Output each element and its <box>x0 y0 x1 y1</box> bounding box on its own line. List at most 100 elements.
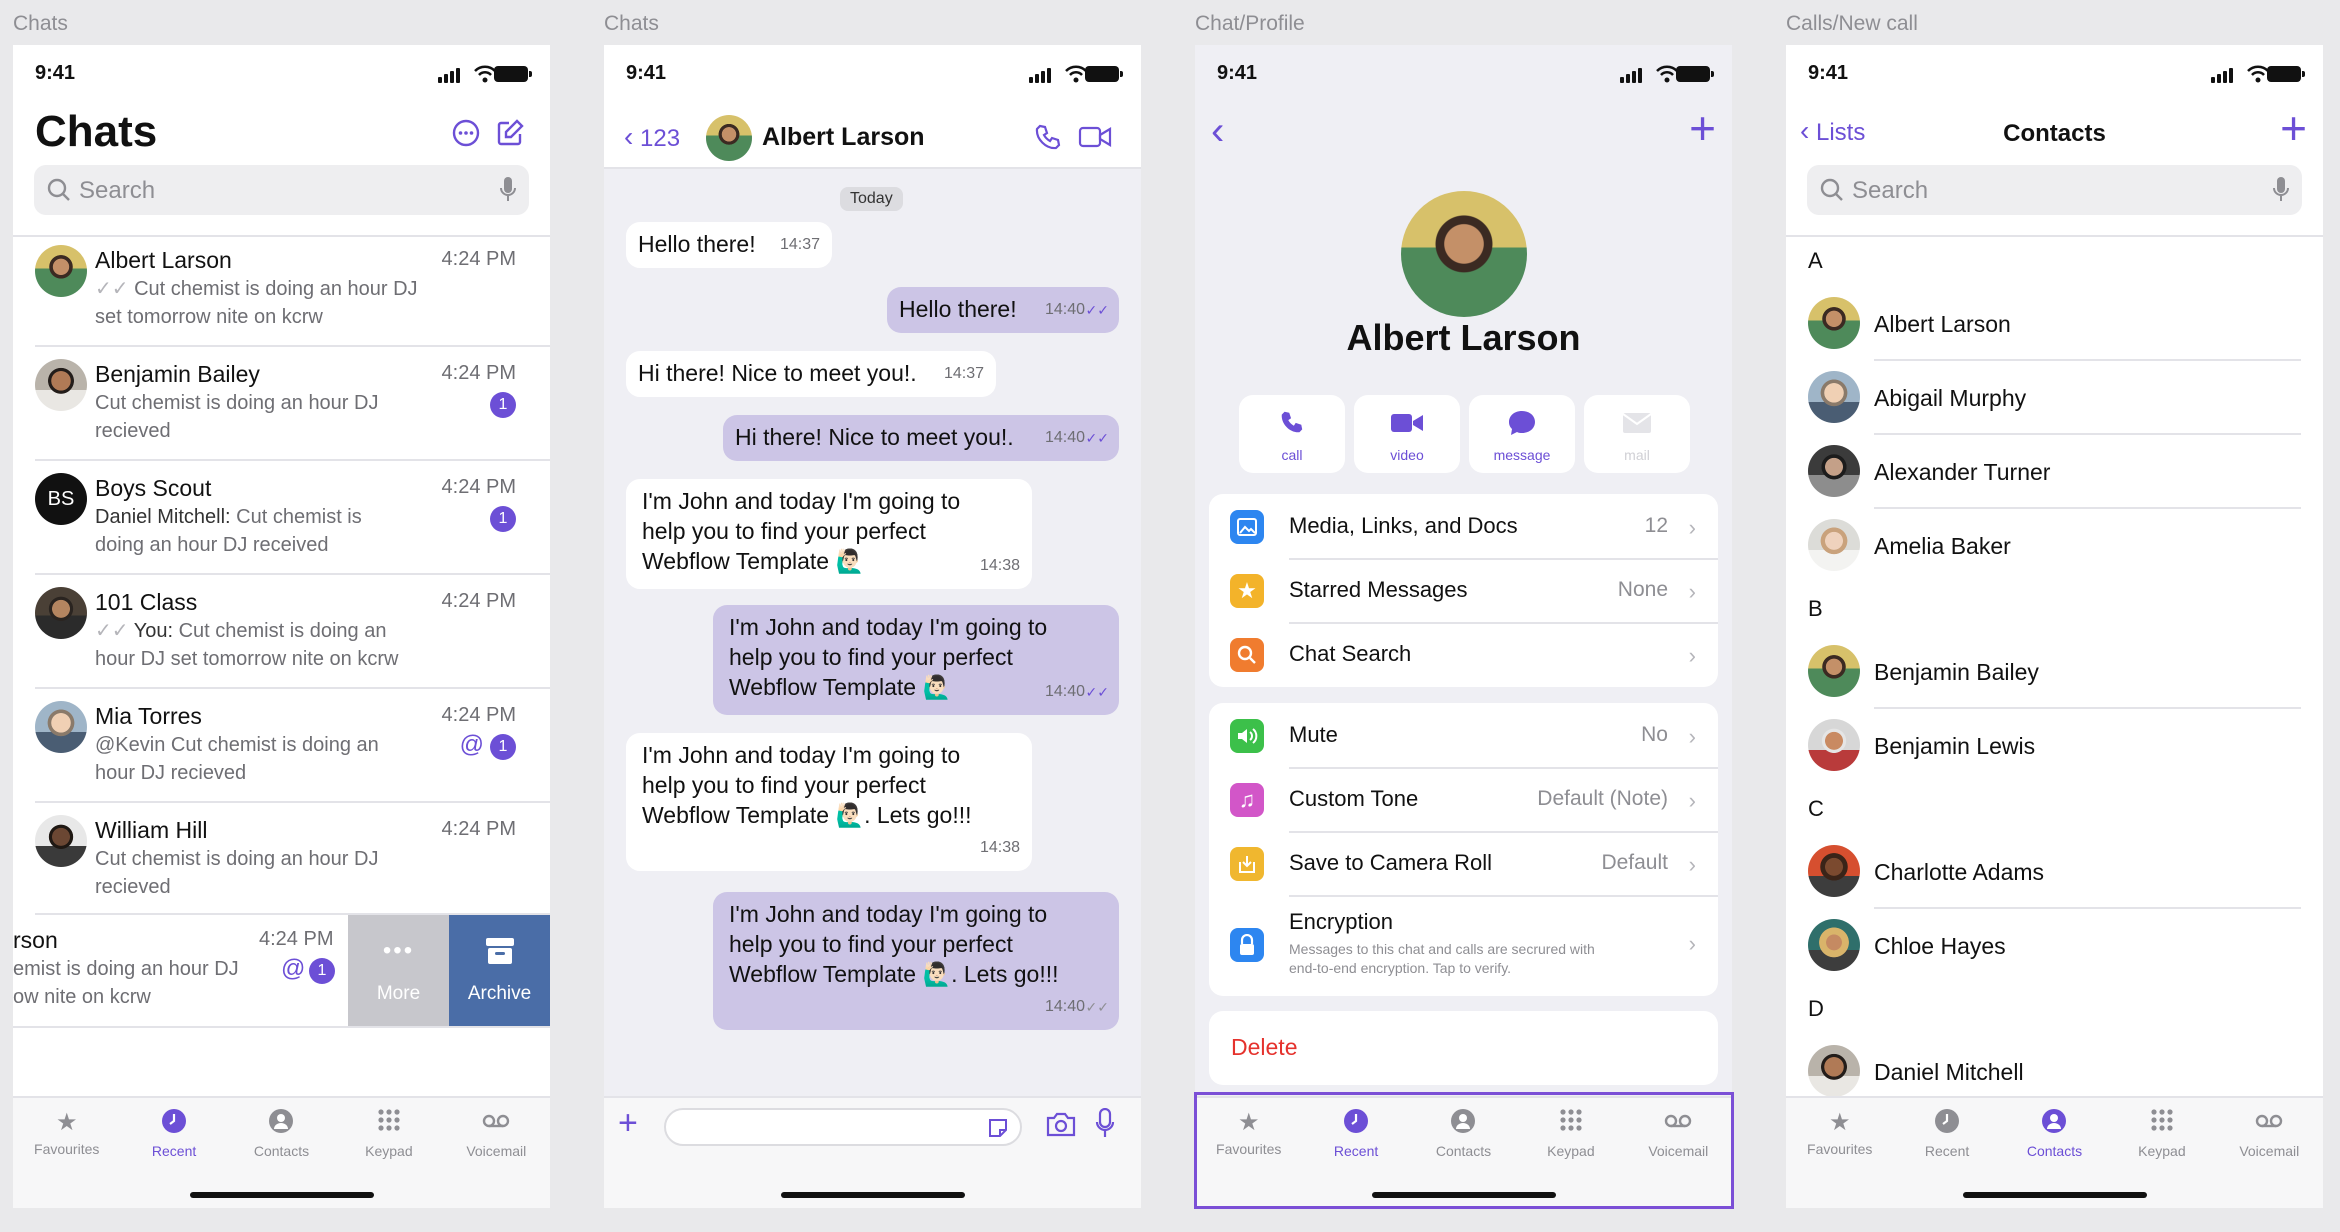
message-outgoing[interactable]: I'm John and today I'm going to help you … <box>713 892 1119 1030</box>
mic-icon[interactable] <box>2272 176 2290 204</box>
tab-recent[interactable]: Recent <box>1893 1108 2000 1159</box>
divider <box>13 1026 550 1028</box>
message-button[interactable]: message <box>1469 395 1575 473</box>
tab-keypad[interactable]: Keypad <box>2108 1108 2215 1159</box>
tab-voicemail[interactable]: Voicemail <box>2216 1108 2323 1159</box>
archive-button[interactable]: Archive <box>449 915 550 1026</box>
chevron-right-icon: › <box>1688 724 1696 749</box>
message-time: 14:38 <box>979 839 1020 856</box>
camera-icon[interactable] <box>1046 1111 1076 1137</box>
avatar <box>1808 845 1860 897</box>
double-check-icon: ✓✓ <box>95 278 135 300</box>
music-note-icon: ♫ <box>1230 783 1264 817</box>
tab-favourites[interactable]: ★ Favourites <box>13 1108 120 1157</box>
voicemail-icon <box>483 1114 510 1128</box>
message-line: help you to find your perfect <box>729 644 1013 670</box>
add-contact-icon[interactable]: + <box>2280 105 2307 151</box>
mic-icon[interactable] <box>1095 1108 1115 1140</box>
tab-keypad[interactable]: Keypad <box>335 1108 442 1159</box>
wifi-icon <box>2247 65 2269 83</box>
mic-icon[interactable] <box>499 176 517 204</box>
message-time: 14:40 <box>1044 998 1085 1015</box>
more-options-icon[interactable] <box>451 118 481 148</box>
chat-name: William Hill <box>95 817 208 843</box>
row-mute[interactable]: Mute No › <box>1209 703 1718 767</box>
contact-name[interactable]: Albert Larson <box>762 123 925 152</box>
message-time: 14:40 <box>1044 683 1085 700</box>
add-attachment-icon[interactable]: + <box>618 1104 638 1143</box>
section-header-c: C <box>1808 796 1824 821</box>
row-label: Starred Messages <box>1289 577 1468 602</box>
avatar <box>706 115 752 161</box>
tab-favourites[interactable]: ★ Favourites <box>1786 1108 1893 1157</box>
message-line: help you to find your perfect <box>642 772 926 798</box>
status-bar: 9:41 <box>1195 45 1732 103</box>
video-icon[interactable] <box>1078 125 1112 149</box>
divider <box>1874 433 2301 435</box>
compose-icon[interactable] <box>495 118 525 148</box>
phone-icon[interactable] <box>1034 123 1062 151</box>
tab-recent[interactable]: Recent <box>120 1108 227 1159</box>
add-icon[interactable]: + <box>1689 105 1716 151</box>
divider <box>1874 907 2301 909</box>
archive-label: Archive <box>467 983 532 1004</box>
row-chat-search[interactable]: Chat Search › <box>1209 622 1718 686</box>
lock-icon <box>1230 928 1264 962</box>
search-placeholder: Search <box>79 177 156 204</box>
message-incoming[interactable]: I'm John and today I'm going to help you … <box>626 733 1032 871</box>
divider <box>35 345 550 347</box>
message-outgoing[interactable]: Hello there! 14:40 ✓✓ <box>887 287 1119 333</box>
message-outgoing[interactable]: Hi there! Nice to meet you!. 14:40 ✓✓ <box>723 415 1119 461</box>
read-check-icon: ✓✓ <box>1085 684 1109 700</box>
star-icon: ★ <box>1828 1109 1851 1136</box>
tab-voicemail[interactable]: Voicemail <box>443 1108 550 1159</box>
divider <box>1874 707 2301 709</box>
back-button[interactable]: ‹ 123 <box>624 121 680 153</box>
more-label: More <box>376 983 421 1004</box>
row-custom-tone[interactable]: ♫ Custom Tone Default (Note) › <box>1209 767 1718 831</box>
more-button[interactable]: ••• More <box>348 915 449 1026</box>
delivered-check-icon: ✓✓ <box>1085 999 1109 1015</box>
message-incoming[interactable]: Hello there! 14:37 <box>626 222 832 268</box>
composer-bar: + <box>604 1096 1141 1208</box>
sticker-icon[interactable] <box>986 1116 1010 1140</box>
search-bar[interactable]: Search <box>34 165 529 215</box>
row-label: Media, Links, and Docs <box>1289 513 1518 538</box>
avatar <box>1808 371 1860 423</box>
row-starred-messages[interactable]: ★ Starred Messages None › <box>1209 558 1718 622</box>
profile-name: Albert Larson <box>1346 317 1581 358</box>
video-button[interactable]: video <box>1354 395 1460 473</box>
mention-icon: @ <box>281 955 306 982</box>
profile-avatar <box>1401 191 1527 317</box>
row-save-to-camera-roll[interactable]: Save to Camera Roll Default › <box>1209 831 1718 895</box>
row-media-links-docs[interactable]: Media, Links, and Docs 12 › <box>1209 494 1718 558</box>
status-time: 9:41 <box>1217 62 1258 84</box>
message-incoming[interactable]: I'm John and today I'm going to help you … <box>626 479 1032 589</box>
chat-name: Boys Scout <box>95 475 212 501</box>
frame-label-chats-conversation: Chats <box>604 12 659 35</box>
message-line: Webflow Template 🙋🏻‍♂️. Lets go!!! <box>729 961 1059 987</box>
message-input[interactable] <box>664 1108 1022 1146</box>
search-bar[interactable]: Search <box>1807 165 2302 215</box>
divider <box>13 235 550 237</box>
read-check-icon: ✓✓ <box>1085 302 1109 318</box>
back-chevron-icon[interactable]: ‹ <box>1211 111 1224 151</box>
chat-preview: ✓✓ You: Cut chemist is doing an <box>95 617 386 645</box>
download-icon <box>1230 847 1264 881</box>
tab-contacts[interactable]: Contacts <box>228 1108 335 1159</box>
frame-label-chats: Chats <box>13 12 68 35</box>
chat-bubble-icon <box>1509 411 1535 435</box>
contact-name: Albert Larson <box>1874 311 2011 337</box>
call-button[interactable]: call <box>1239 395 1345 473</box>
delete-button[interactable]: Delete <box>1231 1034 1297 1061</box>
row-value: None <box>1617 578 1668 601</box>
status-time: 9:41 <box>1808 62 1849 84</box>
message-outgoing[interactable]: I'm John and today I'm going to help you … <box>713 605 1119 715</box>
row-encryption[interactable]: Encryption Messages to this chat and call… <box>1209 895 1718 995</box>
page-title: Chats <box>35 107 158 156</box>
message-time: 14:38 <box>979 557 1020 574</box>
message-text: Hi there! Nice to meet you!. <box>638 360 917 386</box>
message-incoming[interactable]: Hi there! Nice to meet you!. 14:37 <box>626 351 996 397</box>
speaker-icon <box>1230 719 1264 753</box>
tab-contacts[interactable]: Contacts <box>2001 1108 2108 1159</box>
